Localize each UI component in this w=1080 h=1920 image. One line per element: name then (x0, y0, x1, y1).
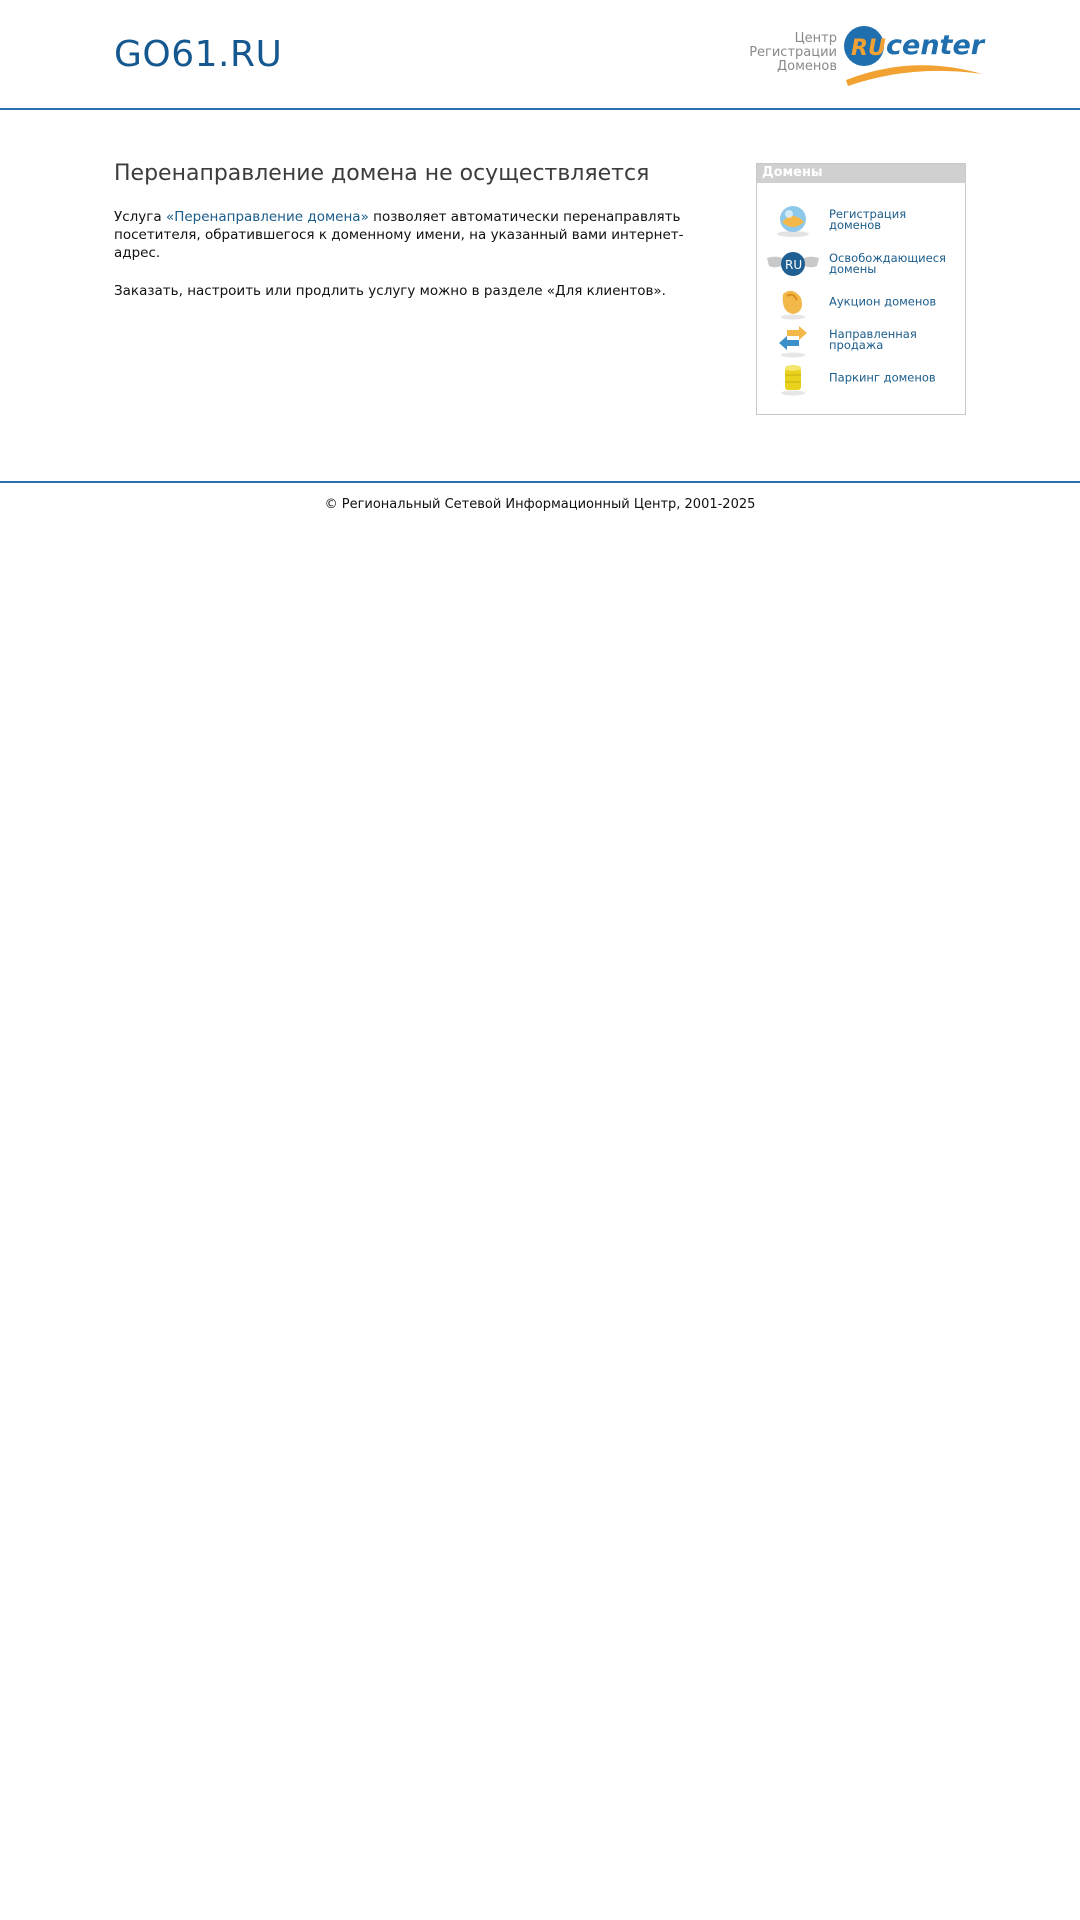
order-instructions: Заказать, настроить или продлить услугу … (114, 283, 666, 299)
registrar-caption-line3: Доменов (776, 59, 837, 74)
footer: © Региональный Сетевой Информационный Це… (0, 481, 1080, 512)
sidebar-item-label: Аукцион доменов (829, 294, 937, 309)
ru-wings-icon: RU (767, 252, 819, 276)
page-title: Перенаправление домена не осуществляется (114, 161, 650, 186)
arrows-icon (779, 326, 807, 358)
logo-ru-text: RU (851, 36, 886, 61)
sidebar-item-direct-sale[interactable]: Направленная продажа (765, 322, 960, 358)
sidebar-item-expiring[interactable]: RU Освобождающиеся домены (765, 246, 960, 282)
para1-prefix: Услуга (114, 209, 166, 225)
domains-sidebar: Домены Регистрация доменов RU Освобождаю… (756, 163, 966, 415)
coins-icon (781, 365, 805, 396)
sidebar-item-parking[interactable]: Паркинг доменов (765, 360, 960, 396)
redirect-service-link[interactable]: «Перенаправление домена» (166, 209, 369, 225)
main-content: Перенаправление домена не осуществляется… (114, 160, 724, 320)
sidebar-title: Домены (757, 164, 965, 183)
domain-title[interactable]: GO61.RU (114, 34, 282, 75)
sidebar-item-label: Освобождающиеся домены (829, 251, 946, 276)
registrar-caption: Центр Регистрации Доменов (727, 32, 837, 74)
ru-center-logo[interactable]: Центр Регистрации Доменов RU center (742, 24, 987, 92)
ru-center-logo-icon: RU center (844, 26, 986, 86)
registrar-caption-line2: Регистрации (749, 45, 837, 60)
logo-center-text: center (886, 30, 986, 61)
auction-icon (781, 290, 805, 320)
sidebar-item-label: Паркинг доменов (829, 370, 936, 385)
sidebar-item-label: Регистрация доменов (829, 207, 907, 232)
copyright: © Региональный Сетевой Информационный Це… (324, 497, 756, 512)
globe-icon (777, 206, 809, 237)
sidebar-item-label: Направленная продажа (829, 327, 917, 352)
svg-text:RU: RU (785, 258, 802, 272)
service-description: Услуга «Перенаправление домена» позволяе… (114, 208, 724, 262)
sidebar-item-auction[interactable]: Аукцион доменов (765, 284, 960, 320)
registrar-caption-line1: Центр (794, 31, 837, 46)
sidebar-item-registration[interactable]: Регистрация доменов (765, 202, 960, 238)
header: GO61.RU Центр Регистрации Доменов RU cen… (0, 0, 1080, 110)
